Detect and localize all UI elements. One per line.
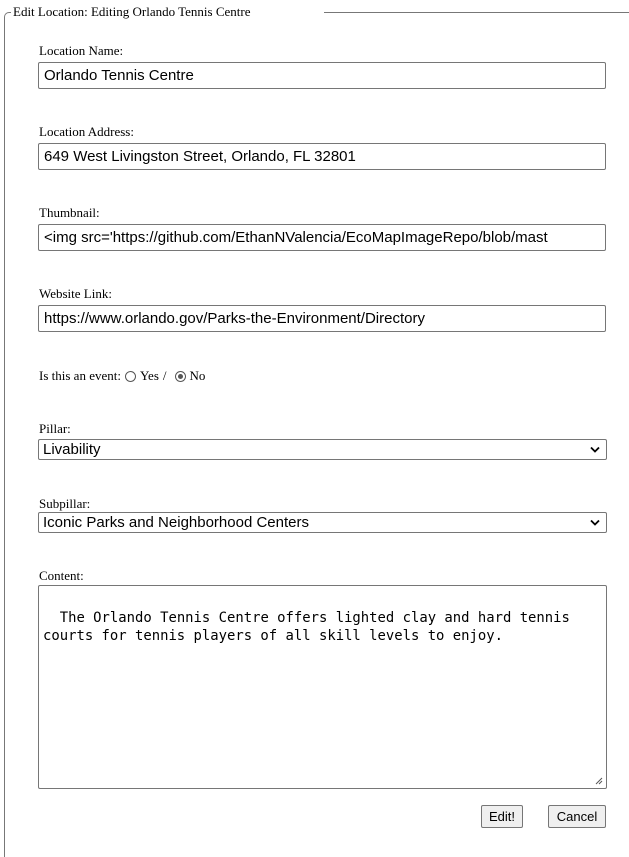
location-address-input[interactable]: 649 West Livingston Street, Orlando, FL … — [38, 143, 606, 170]
chevron-down-icon — [590, 519, 600, 526]
content-textarea[interactable]: The Orlando Tennis Centre offers lighted… — [38, 585, 607, 789]
resize-grip-icon[interactable] — [595, 777, 603, 785]
event-separator: / — [162, 368, 167, 383]
fieldset-border-top — [324, 12, 629, 13]
event-yes-radio[interactable] — [124, 370, 136, 382]
content-label: Content: — [39, 568, 84, 583]
website-link-input[interactable]: https://www.orlando.gov/Parks-the-Enviro… — [38, 305, 606, 332]
event-yes-label[interactable]: Yes — [140, 368, 159, 384]
location-name-label: Location Name: — [39, 43, 124, 58]
chevron-down-icon — [590, 446, 600, 453]
pillar-label: Pillar: — [39, 421, 71, 436]
event-no-label[interactable]: No — [190, 368, 206, 384]
location-address-label: Location Address: — [39, 124, 134, 139]
content-text: The Orlando Tennis Centre offers lighted… — [43, 610, 570, 644]
form-legend: Edit Location: Editing Orlando Tennis Ce… — [12, 4, 252, 20]
fieldset-border-corner — [4, 12, 11, 19]
location-name-input[interactable]: Orlando Tennis Centre — [38, 62, 606, 89]
thumbnail-label: Thumbnail: — [39, 205, 100, 220]
subpillar-label: Subpillar: — [39, 496, 91, 511]
pillar-selected-value: Livability — [43, 441, 101, 458]
cancel-button[interactable]: Cancel — [548, 805, 606, 828]
is-event-label: Is this an event: — [39, 368, 121, 383]
edit-button[interactable]: Edit! — [481, 805, 523, 828]
is-event-row: Is this an event: Yes / No — [39, 368, 205, 384]
event-no-radio[interactable] — [174, 370, 186, 382]
subpillar-select[interactable]: Iconic Parks and Neighborhood Centers — [38, 512, 607, 533]
website-link-label: Website Link: — [39, 286, 112, 301]
pillar-select[interactable]: Livability — [38, 439, 607, 460]
thumbnail-input[interactable]: <img src='https://github.com/EthanNValen… — [38, 224, 606, 251]
fieldset-border-left — [4, 17, 5, 857]
subpillar-selected-value: Iconic Parks and Neighborhood Centers — [43, 514, 309, 531]
